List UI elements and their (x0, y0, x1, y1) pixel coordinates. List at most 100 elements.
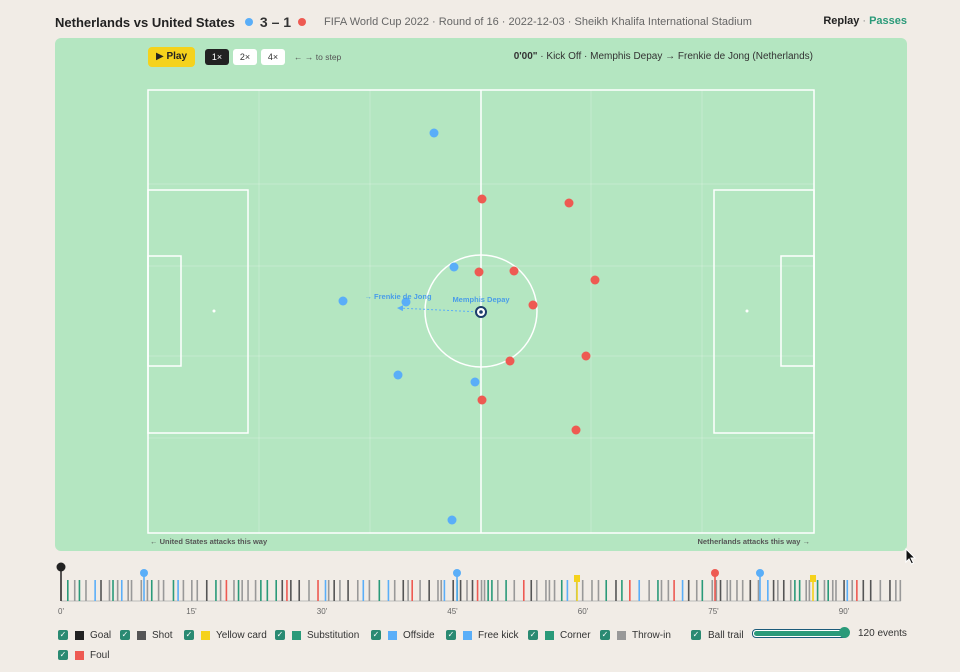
checkbox-offside[interactable]: ✓ (371, 630, 381, 640)
timeline-event-bar[interactable] (816, 580, 819, 601)
playhead-handle[interactable] (56, 562, 66, 572)
away-player[interactable] (590, 275, 600, 285)
timeline-event-bar[interactable] (67, 580, 69, 601)
away-player[interactable] (571, 425, 581, 435)
slider-thumb[interactable] (839, 627, 850, 638)
timeline-event-bar[interactable] (726, 580, 729, 601)
timeline-event-bar[interactable] (247, 580, 249, 601)
timeline-event-bar[interactable] (560, 580, 563, 601)
legend-offside[interactable]: ✓ Offside (371, 628, 435, 642)
timeline-event-bar[interactable] (889, 580, 891, 601)
timeline-goal-marker[interactable] (756, 569, 764, 577)
timeline-event-bar[interactable] (597, 580, 600, 601)
away-player[interactable] (474, 267, 484, 277)
timeline-event-bar[interactable] (660, 580, 663, 601)
legend-shot[interactable]: ✓ Shot (120, 628, 173, 642)
timeline-event-bar[interactable] (260, 580, 262, 601)
timeline-event-bar[interactable] (219, 580, 222, 601)
timeline-event-bar[interactable] (419, 580, 421, 601)
timeline-event-bar[interactable] (772, 580, 775, 601)
timeline-event-bar[interactable] (452, 580, 455, 601)
timeline-event-bar[interactable] (466, 580, 468, 601)
timeline-event-bar[interactable] (112, 580, 114, 601)
away-player[interactable] (477, 194, 487, 204)
timeline-event-bar[interactable] (378, 580, 381, 601)
timeline-event-bar[interactable] (393, 580, 396, 601)
timeline-event-bar[interactable] (591, 580, 593, 601)
timeline-event-bar[interactable] (621, 580, 623, 601)
timeline-event-bar[interactable] (443, 580, 446, 601)
event-timeline[interactable]: 0' 15' 30' 45' 60' 75' 90' (55, 560, 907, 622)
timeline-event-bar[interactable] (581, 580, 584, 601)
timeline-event-bar[interactable] (530, 580, 533, 601)
timeline-event-bar[interactable] (387, 580, 390, 601)
timeline-event-bar[interactable] (701, 580, 704, 601)
timeline-card-marker[interactable] (574, 575, 580, 582)
timeline-event-bar[interactable] (862, 580, 865, 601)
timeline-event-bar[interactable] (483, 580, 486, 601)
timeline-event-bar[interactable] (615, 580, 617, 601)
timeline-event-bar[interactable] (177, 580, 179, 601)
timeline-event-bar[interactable] (681, 580, 684, 601)
timeline-event-bar[interactable] (356, 580, 359, 601)
home-player[interactable] (429, 128, 439, 138)
timeline-event-bar[interactable] (327, 580, 330, 601)
timeline-event-bar[interactable] (130, 580, 133, 601)
timeline-event-bar[interactable] (605, 580, 608, 601)
timeline-event-bar[interactable] (767, 580, 769, 601)
timeline-event-bar[interactable] (687, 580, 690, 601)
replay-view-link[interactable]: Replay (823, 15, 859, 27)
timeline-event-bar[interactable] (162, 580, 165, 601)
timeline-event-bar[interactable] (402, 580, 405, 601)
timeline-event-bar[interactable] (440, 580, 443, 601)
away-player[interactable] (581, 351, 591, 361)
timeline-event-bar[interactable] (798, 580, 801, 601)
timeline-event-bar[interactable] (116, 580, 119, 601)
legend-foul[interactable]: ✓ Foul (58, 648, 109, 662)
home-player[interactable] (447, 515, 457, 525)
timeline-event-bar[interactable] (339, 580, 341, 601)
timeline-event-bar[interactable] (215, 580, 217, 601)
timeline-event-bar[interactable] (522, 580, 525, 601)
timeline-event-bar[interactable] (711, 580, 714, 601)
legend-throw-in[interactable]: ✓ Throw-in (600, 628, 671, 642)
timeline-event-bar[interactable] (673, 580, 675, 601)
ball-trail-slider[interactable] (752, 627, 850, 638)
timeline-event-bar[interactable] (629, 580, 631, 601)
away-player[interactable] (477, 395, 487, 405)
timeline-event-bar[interactable] (846, 580, 849, 601)
checkbox-free-kick[interactable]: ✓ (446, 630, 456, 640)
home-player[interactable] (470, 377, 480, 387)
timeline-event-bar[interactable] (471, 580, 474, 601)
timeline-event-bar[interactable] (566, 580, 569, 601)
timeline-event-bar[interactable] (827, 580, 829, 601)
timeline-event-bar[interactable] (140, 580, 143, 601)
timeline-event-bar[interactable] (553, 580, 556, 601)
timeline-event-bar[interactable] (476, 580, 479, 601)
timeline-event-bar[interactable] (895, 580, 897, 601)
timeline-event-bar[interactable] (157, 580, 160, 601)
timeline-event-bar[interactable] (127, 580, 129, 601)
timeline-event-bar[interactable] (286, 580, 288, 601)
checkbox-ball-trail[interactable]: ✓ (691, 630, 701, 640)
timeline-goal-marker[interactable] (711, 569, 719, 577)
timeline-event-bar[interactable] (648, 580, 650, 601)
away-player[interactable] (564, 198, 574, 208)
home-player[interactable] (393, 370, 403, 380)
timeline-event-bar[interactable] (362, 580, 365, 601)
timeline-event-bar[interactable] (281, 580, 284, 601)
legend-goal[interactable]: ✓ Goal (58, 628, 111, 642)
timeline-event-bar[interactable] (317, 580, 319, 601)
timeline-event-bar[interactable] (196, 580, 199, 601)
timeline-goal-marker[interactable] (453, 569, 461, 577)
timeline-event-bar[interactable] (851, 580, 854, 601)
legend-yellow-card[interactable]: ✓ Yellow card (184, 628, 267, 642)
away-player[interactable] (528, 300, 538, 310)
checkbox-substitution[interactable]: ✓ (275, 630, 285, 640)
timeline-event-bar[interactable] (729, 580, 732, 601)
timeline-event-bar[interactable] (657, 580, 659, 601)
timeline-event-bar[interactable] (191, 580, 193, 601)
timeline-event-bar[interactable] (172, 580, 175, 601)
timeline-event-bar[interactable] (777, 580, 779, 601)
checkbox-shot[interactable]: ✓ (120, 630, 130, 640)
